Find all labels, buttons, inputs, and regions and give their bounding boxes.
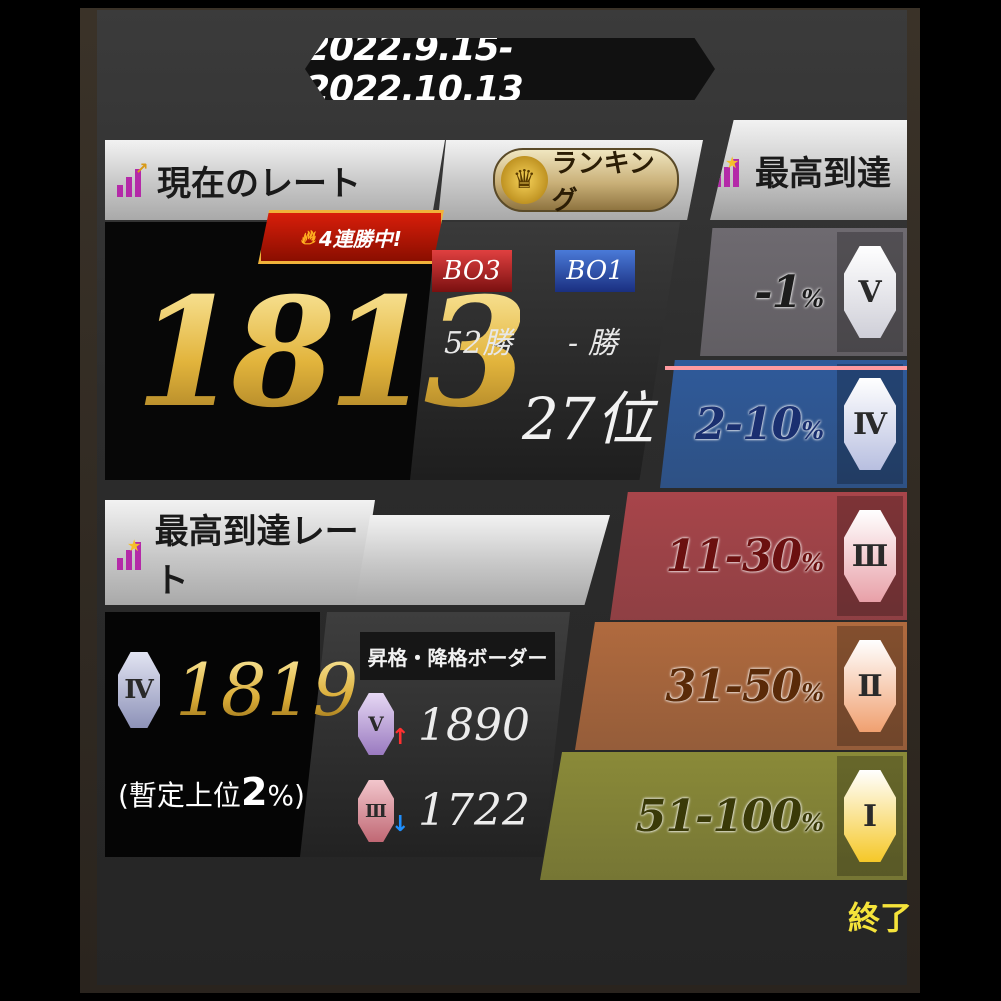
tier-range-label: 31-50% xyxy=(665,660,824,712)
bo3-tag: BO3 xyxy=(432,250,512,292)
tier-row: -1% Ⅴ xyxy=(700,228,907,356)
max-rate-title: 最高到達レート xyxy=(154,511,359,601)
win-streak-text: 4連勝中! xyxy=(318,226,402,251)
demote-arrow-icon: ↓ xyxy=(391,812,410,837)
tier-percent-sign: % xyxy=(801,677,824,707)
demote-border-value: 1722 xyxy=(418,785,530,836)
max-tier-badge: Ⅳ xyxy=(118,652,160,728)
tier-badge-slot: Ⅰ xyxy=(837,756,903,876)
tier-badge: Ⅰ xyxy=(844,770,896,862)
tier-badge-slot: Ⅳ xyxy=(837,364,903,484)
tier-percent-sign: % xyxy=(801,415,824,445)
current-rate-title: 現在のレート xyxy=(157,163,361,204)
tier-range-label: -1% xyxy=(754,266,824,318)
rate-chart-icon: ↗ xyxy=(117,159,149,197)
tier-percent-sign: % xyxy=(801,283,824,313)
promote-border-value: 1890 xyxy=(418,700,530,751)
bo3-wins: 52勝 xyxy=(444,326,513,361)
tier-badge: Ⅴ xyxy=(844,246,896,338)
current-rate-header: ↗ 現在のレート xyxy=(105,140,445,220)
tier-badge: Ⅳ xyxy=(844,378,896,470)
border-title: 昇格・降格ボーダー xyxy=(360,632,555,680)
tier-badge: Ⅱ xyxy=(844,640,896,732)
max-rate-value: 1819 xyxy=(175,648,359,732)
tier-badge-slot: Ⅱ xyxy=(837,626,903,746)
flame-icon: 🔥︎ xyxy=(300,225,315,249)
tier-row: 51-100% Ⅰ xyxy=(540,752,907,880)
win-streak-badge: 🔥︎ 4連勝中! xyxy=(258,210,444,264)
tier-range-label: 11-30% xyxy=(665,530,824,582)
provisional-suffix: %) xyxy=(267,779,305,812)
period-text: 2022.9.15-2022.10.13 xyxy=(305,28,524,110)
tier-percent-sign: % xyxy=(801,547,824,577)
tier-row: 2-10% Ⅳ xyxy=(660,360,907,488)
tier-range-label: 2-10% xyxy=(695,398,824,450)
tier-row: 11-30% Ⅲ xyxy=(610,492,907,620)
laurel-crest-icon: ♛ xyxy=(501,156,548,204)
demote-tier-label: Ⅲ xyxy=(365,800,387,822)
promote-arrow-icon: ↑ xyxy=(391,725,410,750)
ranking-button-label: ランキング xyxy=(551,149,655,216)
end-button[interactable]: 終了 xyxy=(848,893,912,939)
provisional-rank: (暫定上位2%) xyxy=(118,770,305,814)
provisional-value: 2 xyxy=(240,770,268,814)
max-rate-header: ★ 最高到達レート xyxy=(105,500,375,605)
tier-badge: Ⅲ xyxy=(844,510,896,602)
max-tier-label: Ⅳ xyxy=(124,675,154,705)
max-rate-chart-icon: ★ xyxy=(117,536,147,570)
tier-badge-slot: Ⅲ xyxy=(837,496,903,616)
tier-percent-sign: % xyxy=(801,807,824,837)
current-position-marker xyxy=(665,366,907,370)
promote-tier-label: Ⅴ xyxy=(368,712,384,736)
max-rate-header-right xyxy=(355,515,610,605)
tier-badge-slot: Ⅴ xyxy=(837,232,903,352)
max-reached-header: ★ 最高到達 xyxy=(710,120,907,220)
bo1-tag: BO1 xyxy=(555,250,635,292)
bo1-wins: - 勝 xyxy=(568,326,618,361)
max-reached-title: 最高到達 xyxy=(755,153,891,194)
current-rank: 27位 xyxy=(522,385,654,453)
bottom-bar xyxy=(97,880,907,950)
ranking-button[interactable]: ♛ ランキング xyxy=(493,148,679,216)
provisional-prefix: (暫定上位 xyxy=(118,779,241,812)
tier-row: 31-50% Ⅱ xyxy=(575,622,907,750)
period-banner: 2022.9.15-2022.10.13 xyxy=(305,38,715,100)
tier-range-label: 51-100% xyxy=(635,790,824,842)
